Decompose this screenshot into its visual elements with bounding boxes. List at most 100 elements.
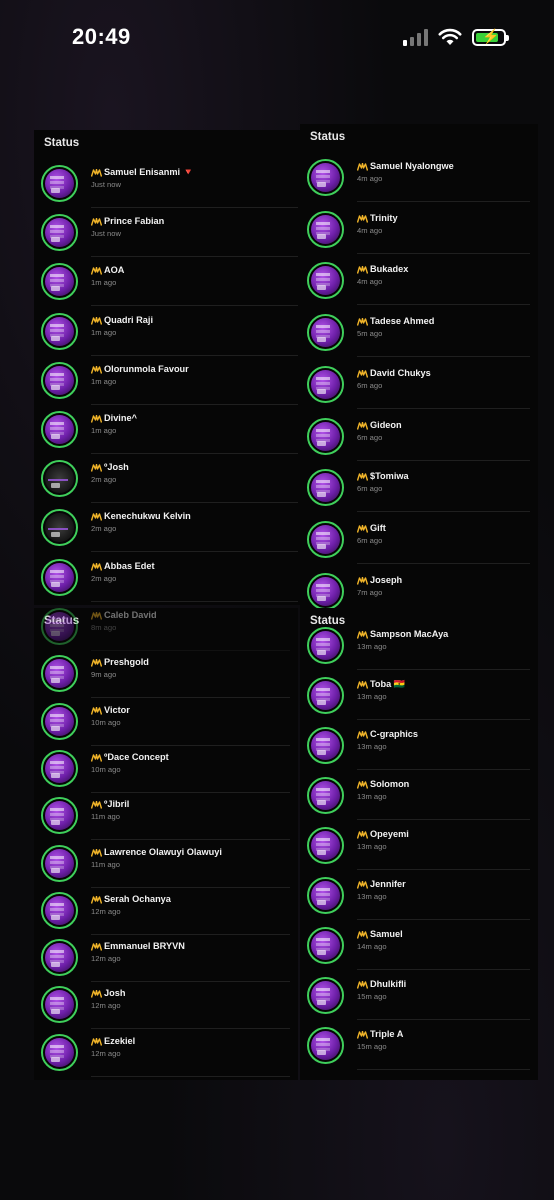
status-row[interactable]: Prince Fabian Just now <box>34 209 306 258</box>
row-divider <box>357 1069 530 1070</box>
status-row[interactable]: Samuel Enisanmi 🔻 Just now <box>34 160 306 208</box>
status-time: 11m ago <box>91 812 120 822</box>
status-row[interactable]: Preshgold 9m ago <box>34 650 298 699</box>
crown-icon <box>91 612 102 620</box>
contact-name: Lawrence Olawuyi Olawuyi <box>104 846 222 857</box>
status-avatar[interactable] <box>307 827 344 864</box>
crown-icon <box>91 562 102 571</box>
status-row[interactable]: David Chukys 6m ago <box>300 361 538 409</box>
status-row[interactable]: Gideon 6m ago <box>300 413 538 461</box>
status-time: 12m ago <box>91 906 121 916</box>
status-row[interactable]: Serah Ochanya 12m ago <box>34 887 298 935</box>
crown-icon <box>357 931 368 939</box>
status-avatar[interactable] <box>41 411 78 448</box>
status-avatar[interactable] <box>307 777 344 814</box>
status-row[interactable]: Sampson MacAya 13m ago <box>300 622 538 670</box>
status-avatar[interactable] <box>41 986 78 1024</box>
status-row[interactable]: Samuel 14m ago <box>300 922 538 970</box>
status-avatar[interactable] <box>307 877 344 914</box>
status-row[interactable]: Josh 12m ago <box>34 981 298 1030</box>
status-avatar[interactable] <box>41 312 78 350</box>
status-avatar[interactable] <box>307 727 344 764</box>
status-row[interactable]: Ezekiel 12m ago <box>34 1029 298 1077</box>
status-row[interactable]: Caleb David 8m ago <box>34 608 298 651</box>
status-time: 15m ago <box>357 992 387 1001</box>
status-avatar[interactable] <box>41 749 78 787</box>
status-avatar[interactable] <box>41 263 78 301</box>
status-row[interactable]: ºJibril 11m ago <box>34 792 298 841</box>
status-avatar[interactable] <box>41 509 78 547</box>
status-avatar[interactable] <box>307 417 344 455</box>
row-divider <box>357 669 530 670</box>
status-row[interactable]: Tadese Ahmed 5m ago <box>300 309 538 358</box>
contact-name: Joseph <box>370 574 403 585</box>
status-avatar[interactable] <box>307 977 344 1014</box>
status-avatar[interactable] <box>307 627 344 664</box>
status-panel-3: Status Caleb David8m agoPreshgold9m agoV… <box>34 608 298 1080</box>
status-avatar[interactable] <box>41 558 78 596</box>
status-row[interactable]: $Tomiwa 6m ago <box>300 464 538 513</box>
status-row[interactable]: Lawrence Olawuyi Olawuyi 11m ago <box>34 840 298 888</box>
status-row[interactable]: Dhulkifli 15m ago <box>300 972 538 1020</box>
status-avatar[interactable] <box>41 361 78 399</box>
status-time: 11m ago <box>91 859 120 869</box>
status-row[interactable]: Joseph 7m ago <box>300 568 538 609</box>
status-avatar[interactable] <box>41 891 78 929</box>
status-avatar[interactable] <box>41 1033 78 1071</box>
crown-icon <box>357 421 368 430</box>
status-avatar[interactable] <box>41 844 78 882</box>
status-row[interactable]: AOA 1m ago <box>34 258 306 307</box>
status-row[interactable]: Samuel Nyalongwe 4m ago <box>300 154 538 202</box>
status-avatar[interactable] <box>41 165 78 202</box>
crown-icon <box>357 1031 368 1039</box>
status-avatar[interactable] <box>307 677 344 714</box>
status-avatar[interactable] <box>41 460 78 498</box>
contact-name: Caleb David <box>104 610 157 620</box>
status-row[interactable]: Olorunmola Favour 1m ago <box>34 357 306 405</box>
contact-name: C-graphics <box>370 729 418 739</box>
status-time: 12m ago <box>91 1048 121 1058</box>
status-avatar[interactable] <box>307 262 344 300</box>
status-avatar[interactable] <box>41 655 78 693</box>
status-time: 1m ago <box>91 327 117 337</box>
status-time: 15m ago <box>357 1042 387 1051</box>
status-row[interactable]: Quadri Raji 1m ago <box>34 308 306 356</box>
status-row[interactable]: Emmanuel BRYVN 12m ago <box>34 934 298 983</box>
status-row[interactable]: Victor 10m ago <box>34 698 298 746</box>
status-avatar[interactable] <box>41 214 78 252</box>
contact-name: David Chukys <box>370 367 431 378</box>
status-row[interactable]: Opeyemi 13m ago <box>300 822 538 870</box>
status-avatar[interactable] <box>307 469 344 507</box>
status-row[interactable]: Toba 🇬🇭 13m ago <box>300 672 538 720</box>
status-row[interactable]: Solomon 13m ago <box>300 772 538 820</box>
crown-icon <box>91 848 102 857</box>
status-row[interactable]: Kenechukwu Kelvin 2m ago <box>34 504 306 553</box>
status-avatar[interactable] <box>307 365 344 403</box>
status-row[interactable]: Triple A 15m ago <box>300 1022 538 1070</box>
status-row[interactable]: Abbas Edet 2m ago <box>34 554 306 602</box>
status-row[interactable]: ºDace Concept 10m ago <box>34 745 298 793</box>
status-avatar[interactable] <box>307 159 344 196</box>
status-row[interactable]: ºJosh 2m ago <box>34 455 306 504</box>
status-avatar[interactable] <box>41 608 78 645</box>
panel-title: Status <box>44 137 80 149</box>
status-avatar[interactable] <box>307 572 344 609</box>
status-avatar[interactable] <box>41 939 78 977</box>
status-row[interactable]: Jennifer 13m ago <box>300 872 538 920</box>
status-row[interactable]: Divine^ 1m ago <box>34 406 306 454</box>
status-avatar[interactable] <box>41 797 78 835</box>
status-avatar[interactable] <box>41 702 78 740</box>
status-row[interactable]: Trinity 4m ago <box>300 206 538 254</box>
row-divider <box>357 459 530 461</box>
status-time: 12m ago <box>91 1001 121 1011</box>
status-avatar[interactable] <box>307 520 344 558</box>
status-time: 13m ago <box>357 692 387 701</box>
status-avatar[interactable] <box>307 1027 344 1064</box>
contact-name: Samuel Nyalongwe <box>370 161 454 171</box>
status-avatar[interactable] <box>307 210 344 248</box>
status-row[interactable]: Gift 6m ago <box>300 516 538 564</box>
status-avatar[interactable] <box>307 314 344 352</box>
status-row[interactable]: Bukadex 4m ago <box>300 257 538 306</box>
status-row[interactable]: C-graphics 13m ago <box>300 722 538 770</box>
status-avatar[interactable] <box>307 927 344 964</box>
